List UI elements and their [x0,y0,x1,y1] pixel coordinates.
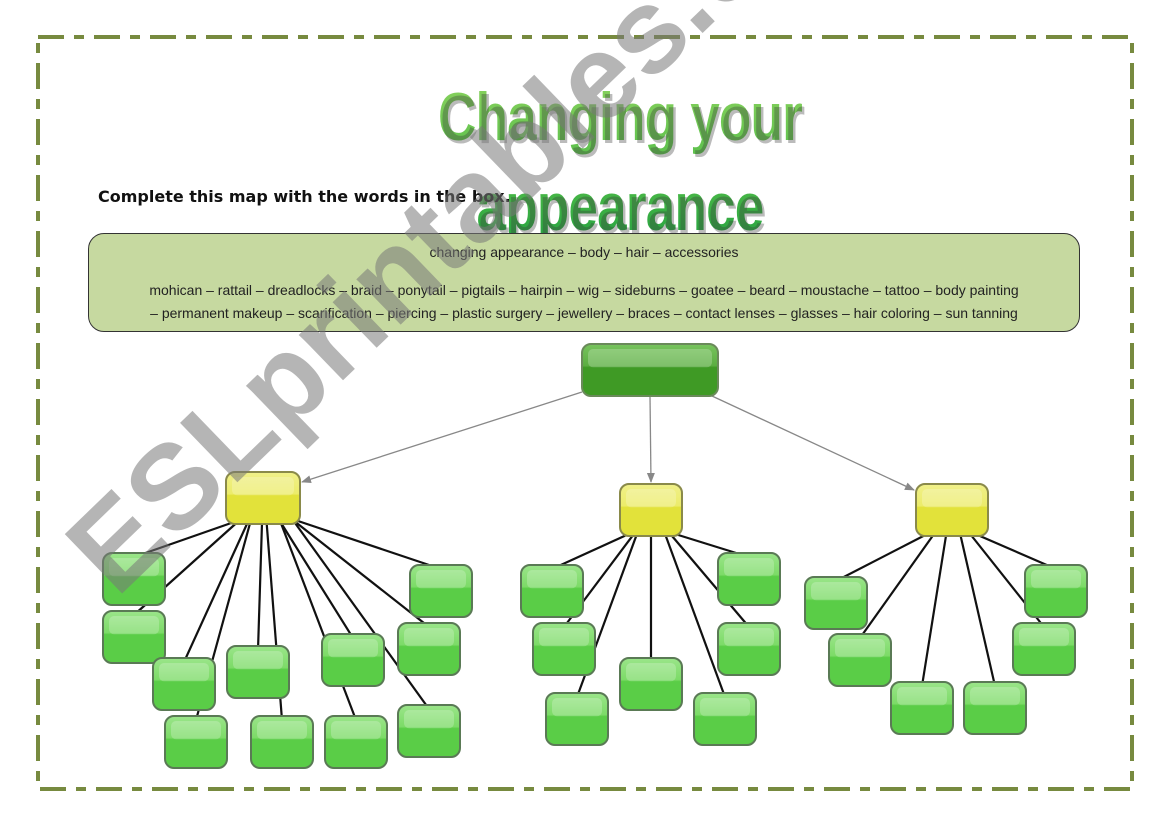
connector-line [920,531,948,687]
leaf-box[interactable] [164,715,228,769]
leaf-box[interactable] [226,645,290,699]
leaf-box[interactable] [397,622,461,676]
connector-line [133,518,241,559]
leaf-box[interactable] [250,715,314,769]
leaf-box[interactable] [890,681,954,735]
connector-line [278,519,358,721]
connector-line [256,519,264,651]
connector-line [958,531,997,687]
leaf-box[interactable] [321,633,385,687]
leaf-box[interactable] [804,576,868,630]
connector-line [294,518,442,571]
leaf-box[interactable] [619,657,683,711]
leaf-box[interactable] [102,552,166,606]
leaf-box[interactable] [717,622,781,676]
connector-line [859,531,937,639]
leaf-box[interactable] [1024,564,1088,618]
leaf-box[interactable] [324,715,388,769]
leaf-box[interactable] [102,610,166,664]
leaf-box[interactable] [409,564,473,618]
branch-concept-box-1[interactable] [225,471,301,525]
leaf-box[interactable] [152,657,216,711]
leaf-box[interactable] [397,704,461,758]
worksheet-page: Changing your appearance Complete this m… [0,0,1169,821]
leaf-box[interactable] [828,633,892,687]
leaf-box[interactable] [545,692,609,746]
leaf-box[interactable] [693,692,757,746]
leaf-box[interactable] [963,681,1027,735]
arrow-root-to-branch [301,391,583,484]
leaf-box[interactable] [520,564,584,618]
leaf-box[interactable] [717,552,781,606]
leaf-box[interactable] [532,622,596,676]
arrow-root-to-branch [646,395,655,483]
root-concept-box[interactable] [581,343,719,397]
leaf-box[interactable] [1012,622,1076,676]
branch-concept-box-3[interactable] [915,483,989,537]
concept-map [102,343,1088,769]
branch-concept-box-2[interactable] [619,483,683,537]
arrow-root-to-branch [711,395,915,491]
